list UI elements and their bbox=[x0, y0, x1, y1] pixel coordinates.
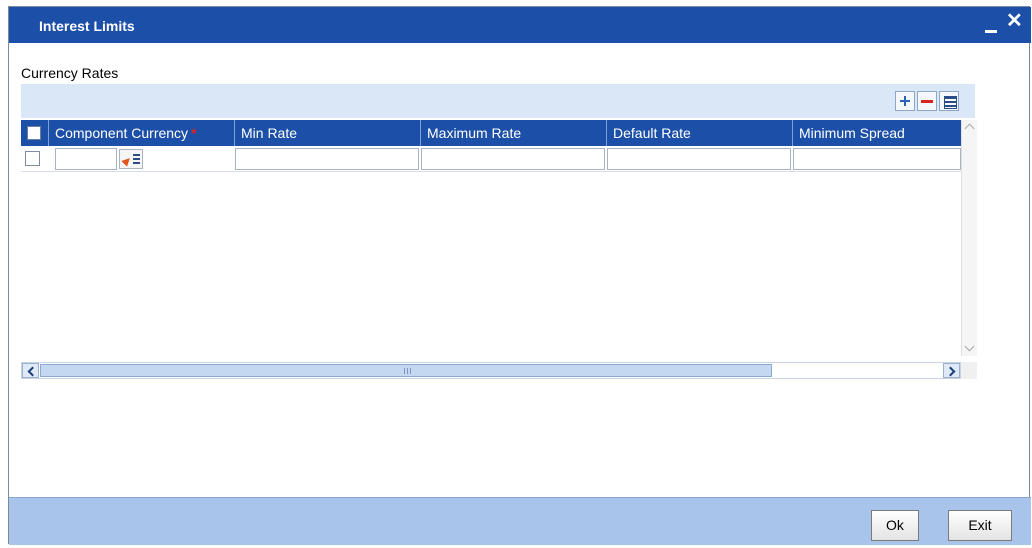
column-header-default-rate[interactable]: Default Rate bbox=[607, 120, 793, 146]
add-row-icon[interactable] bbox=[895, 91, 915, 111]
row-select-checkbox[interactable] bbox=[25, 151, 40, 166]
lov-arrow-icon bbox=[121, 155, 133, 167]
default-rate-input[interactable] bbox=[607, 148, 791, 170]
ok-button[interactable]: Ok bbox=[871, 510, 919, 541]
scrollbar-corner bbox=[961, 362, 977, 379]
window-title: Interest Limits bbox=[39, 18, 135, 34]
minimize-button[interactable] bbox=[985, 19, 997, 33]
required-indicator: * bbox=[191, 125, 197, 141]
currency-rates-grid: Component Currency * Min Rate Maximum Rat… bbox=[21, 84, 977, 379]
column-header-maximum-rate[interactable]: Maximum Rate bbox=[421, 120, 607, 146]
select-all-checkbox[interactable] bbox=[27, 126, 41, 140]
horizontal-scrollbar[interactable] bbox=[21, 362, 961, 379]
delete-row-icon[interactable] bbox=[917, 91, 937, 111]
single-view-icon[interactable] bbox=[939, 91, 959, 111]
close-icon[interactable]: ✕ bbox=[1006, 11, 1023, 31]
maximum-rate-input[interactable] bbox=[421, 148, 605, 170]
column-label: Minimum Spread bbox=[799, 125, 905, 141]
footer-bar: Ok Exit bbox=[9, 497, 1031, 545]
column-header-min-rate[interactable]: Min Rate bbox=[235, 120, 421, 146]
scroll-down-icon[interactable] bbox=[962, 340, 978, 356]
title-bar: Interest Limits ✕ bbox=[9, 7, 1031, 43]
lov-list-icon bbox=[133, 154, 140, 165]
horizontal-scroll-thumb[interactable] bbox=[40, 364, 772, 377]
header-select-cell bbox=[21, 120, 49, 146]
exit-button[interactable]: Exit bbox=[948, 510, 1012, 541]
column-label: Default Rate bbox=[613, 125, 691, 141]
vertical-scrollbar[interactable] bbox=[961, 120, 977, 356]
column-header-component-currency[interactable]: Component Currency * bbox=[49, 120, 235, 146]
scroll-left-icon[interactable] bbox=[22, 363, 39, 378]
column-header-minimum-spread[interactable]: Minimum Spread bbox=[793, 120, 961, 146]
table-row bbox=[21, 146, 961, 172]
min-rate-input[interactable] bbox=[235, 148, 419, 170]
section-label-currency-rates: Currency Rates bbox=[21, 65, 119, 81]
scroll-up-icon[interactable] bbox=[962, 120, 978, 136]
column-label: Min Rate bbox=[241, 125, 298, 141]
scroll-right-icon[interactable] bbox=[943, 363, 960, 378]
scroll-grip-icon bbox=[404, 368, 412, 374]
grid-toolbar bbox=[21, 84, 975, 118]
column-label: Component Currency bbox=[55, 125, 189, 141]
column-label: Maximum Rate bbox=[427, 125, 522, 141]
grid-header: Component Currency * Min Rate Maximum Rat… bbox=[21, 120, 961, 146]
list-of-values-icon[interactable] bbox=[119, 149, 143, 169]
component-currency-input[interactable] bbox=[55, 148, 117, 170]
minimum-spread-input[interactable] bbox=[793, 148, 961, 170]
interest-limits-window: Interest Limits ✕ Currency Rates Compone… bbox=[8, 6, 1031, 545]
